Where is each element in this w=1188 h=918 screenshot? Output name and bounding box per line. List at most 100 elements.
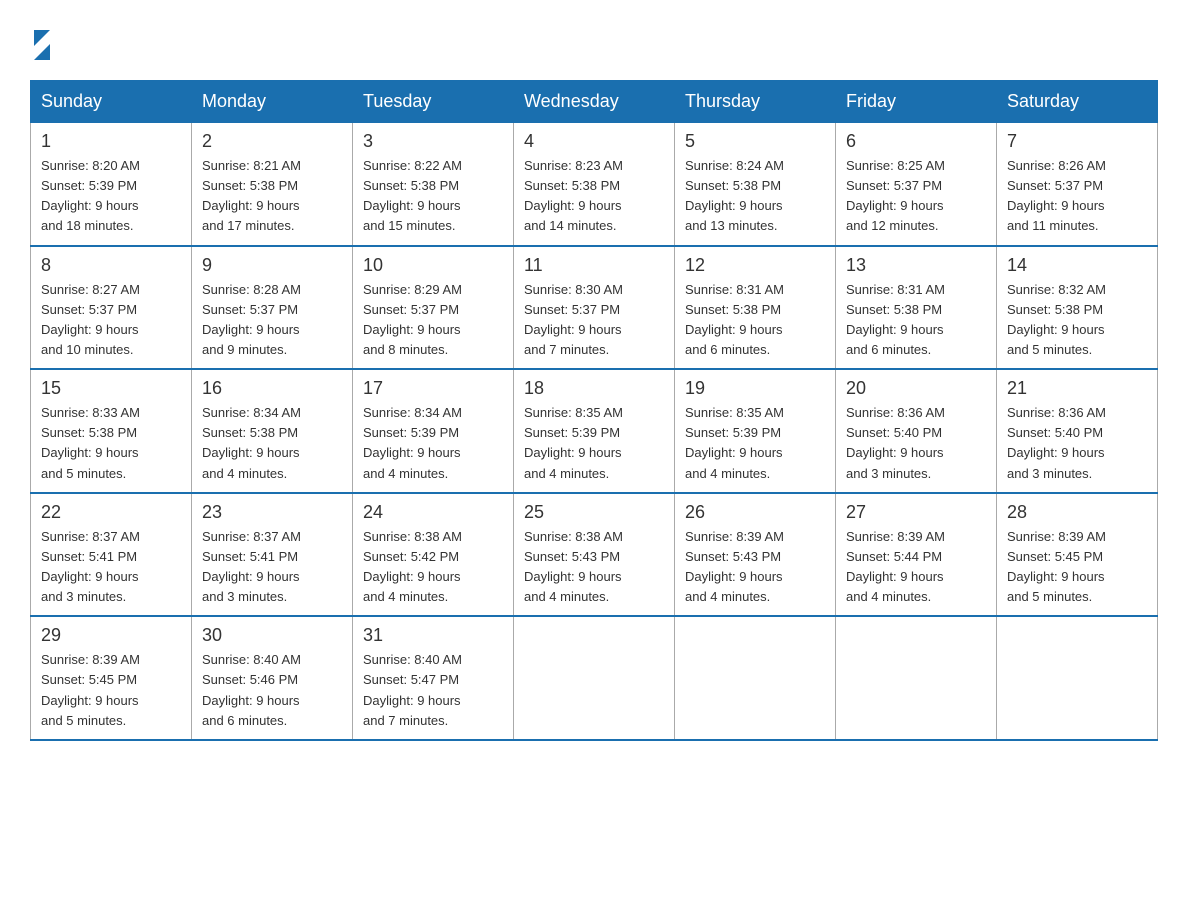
day-info: Sunrise: 8:35 AMSunset: 5:39 PMDaylight:… <box>685 405 784 480</box>
day-number: 16 <box>202 378 342 399</box>
calendar-week-row: 29 Sunrise: 8:39 AMSunset: 5:45 PMDaylig… <box>31 616 1158 740</box>
day-info: Sunrise: 8:36 AMSunset: 5:40 PMDaylight:… <box>1007 405 1106 480</box>
day-number: 12 <box>685 255 825 276</box>
day-info: Sunrise: 8:21 AMSunset: 5:38 PMDaylight:… <box>202 158 301 233</box>
day-number: 15 <box>41 378 181 399</box>
weekday-header-friday: Friday <box>836 81 997 123</box>
calendar-cell <box>675 616 836 740</box>
calendar-cell: 27 Sunrise: 8:39 AMSunset: 5:44 PMDaylig… <box>836 493 997 617</box>
calendar-cell: 15 Sunrise: 8:33 AMSunset: 5:38 PMDaylig… <box>31 369 192 493</box>
day-info: Sunrise: 8:23 AMSunset: 5:38 PMDaylight:… <box>524 158 623 233</box>
day-info: Sunrise: 8:29 AMSunset: 5:37 PMDaylight:… <box>363 282 462 357</box>
calendar-cell: 11 Sunrise: 8:30 AMSunset: 5:37 PMDaylig… <box>514 246 675 370</box>
calendar-week-row: 15 Sunrise: 8:33 AMSunset: 5:38 PMDaylig… <box>31 369 1158 493</box>
calendar-cell: 2 Sunrise: 8:21 AMSunset: 5:38 PMDayligh… <box>192 123 353 246</box>
day-number: 20 <box>846 378 986 399</box>
day-number: 2 <box>202 131 342 152</box>
day-number: 31 <box>363 625 503 646</box>
day-info: Sunrise: 8:28 AMSunset: 5:37 PMDaylight:… <box>202 282 301 357</box>
weekday-header-thursday: Thursday <box>675 81 836 123</box>
calendar-cell: 20 Sunrise: 8:36 AMSunset: 5:40 PMDaylig… <box>836 369 997 493</box>
calendar-cell: 14 Sunrise: 8:32 AMSunset: 5:38 PMDaylig… <box>997 246 1158 370</box>
calendar-table: SundayMondayTuesdayWednesdayThursdayFrid… <box>30 80 1158 741</box>
day-number: 19 <box>685 378 825 399</box>
calendar-cell: 19 Sunrise: 8:35 AMSunset: 5:39 PMDaylig… <box>675 369 836 493</box>
day-number: 5 <box>685 131 825 152</box>
day-number: 24 <box>363 502 503 523</box>
day-number: 22 <box>41 502 181 523</box>
day-info: Sunrise: 8:30 AMSunset: 5:37 PMDaylight:… <box>524 282 623 357</box>
day-info: Sunrise: 8:39 AMSunset: 5:45 PMDaylight:… <box>1007 529 1106 604</box>
day-info: Sunrise: 8:22 AMSunset: 5:38 PMDaylight:… <box>363 158 462 233</box>
day-info: Sunrise: 8:37 AMSunset: 5:41 PMDaylight:… <box>41 529 140 604</box>
calendar-cell <box>997 616 1158 740</box>
calendar-cell: 18 Sunrise: 8:35 AMSunset: 5:39 PMDaylig… <box>514 369 675 493</box>
weekday-header-sunday: Sunday <box>31 81 192 123</box>
logo-icon <box>30 30 50 60</box>
day-number: 10 <box>363 255 503 276</box>
day-number: 9 <box>202 255 342 276</box>
day-number: 3 <box>363 131 503 152</box>
calendar-cell: 22 Sunrise: 8:37 AMSunset: 5:41 PMDaylig… <box>31 493 192 617</box>
day-number: 4 <box>524 131 664 152</box>
calendar-cell: 29 Sunrise: 8:39 AMSunset: 5:45 PMDaylig… <box>31 616 192 740</box>
calendar-cell <box>836 616 997 740</box>
weekday-header-row: SundayMondayTuesdayWednesdayThursdayFrid… <box>31 81 1158 123</box>
day-info: Sunrise: 8:39 AMSunset: 5:45 PMDaylight:… <box>41 652 140 727</box>
calendar-week-row: 1 Sunrise: 8:20 AMSunset: 5:39 PMDayligh… <box>31 123 1158 246</box>
day-info: Sunrise: 8:35 AMSunset: 5:39 PMDaylight:… <box>524 405 623 480</box>
day-number: 29 <box>41 625 181 646</box>
day-number: 25 <box>524 502 664 523</box>
calendar-cell: 31 Sunrise: 8:40 AMSunset: 5:47 PMDaylig… <box>353 616 514 740</box>
weekday-header-monday: Monday <box>192 81 353 123</box>
day-number: 21 <box>1007 378 1147 399</box>
day-number: 27 <box>846 502 986 523</box>
day-number: 28 <box>1007 502 1147 523</box>
day-number: 26 <box>685 502 825 523</box>
calendar-cell: 26 Sunrise: 8:39 AMSunset: 5:43 PMDaylig… <box>675 493 836 617</box>
day-info: Sunrise: 8:32 AMSunset: 5:38 PMDaylight:… <box>1007 282 1106 357</box>
day-number: 1 <box>41 131 181 152</box>
day-number: 11 <box>524 255 664 276</box>
day-number: 14 <box>1007 255 1147 276</box>
calendar-cell: 7 Sunrise: 8:26 AMSunset: 5:37 PMDayligh… <box>997 123 1158 246</box>
day-info: Sunrise: 8:33 AMSunset: 5:38 PMDaylight:… <box>41 405 140 480</box>
day-info: Sunrise: 8:34 AMSunset: 5:38 PMDaylight:… <box>202 405 301 480</box>
day-info: Sunrise: 8:34 AMSunset: 5:39 PMDaylight:… <box>363 405 462 480</box>
calendar-cell: 21 Sunrise: 8:36 AMSunset: 5:40 PMDaylig… <box>997 369 1158 493</box>
calendar-cell: 28 Sunrise: 8:39 AMSunset: 5:45 PMDaylig… <box>997 493 1158 617</box>
calendar-week-row: 22 Sunrise: 8:37 AMSunset: 5:41 PMDaylig… <box>31 493 1158 617</box>
day-number: 30 <box>202 625 342 646</box>
calendar-cell: 25 Sunrise: 8:38 AMSunset: 5:43 PMDaylig… <box>514 493 675 617</box>
calendar-cell: 16 Sunrise: 8:34 AMSunset: 5:38 PMDaylig… <box>192 369 353 493</box>
calendar-cell: 30 Sunrise: 8:40 AMSunset: 5:46 PMDaylig… <box>192 616 353 740</box>
day-number: 7 <box>1007 131 1147 152</box>
calendar-cell: 6 Sunrise: 8:25 AMSunset: 5:37 PMDayligh… <box>836 123 997 246</box>
calendar-cell: 13 Sunrise: 8:31 AMSunset: 5:38 PMDaylig… <box>836 246 997 370</box>
calendar-cell: 3 Sunrise: 8:22 AMSunset: 5:38 PMDayligh… <box>353 123 514 246</box>
day-info: Sunrise: 8:31 AMSunset: 5:38 PMDaylight:… <box>846 282 945 357</box>
calendar-cell: 9 Sunrise: 8:28 AMSunset: 5:37 PMDayligh… <box>192 246 353 370</box>
calendar-cell: 5 Sunrise: 8:24 AMSunset: 5:38 PMDayligh… <box>675 123 836 246</box>
calendar-cell: 23 Sunrise: 8:37 AMSunset: 5:41 PMDaylig… <box>192 493 353 617</box>
calendar-cell: 4 Sunrise: 8:23 AMSunset: 5:38 PMDayligh… <box>514 123 675 246</box>
day-number: 8 <box>41 255 181 276</box>
calendar-cell: 10 Sunrise: 8:29 AMSunset: 5:37 PMDaylig… <box>353 246 514 370</box>
calendar-cell: 17 Sunrise: 8:34 AMSunset: 5:39 PMDaylig… <box>353 369 514 493</box>
day-number: 18 <box>524 378 664 399</box>
header <box>30 20 1158 60</box>
calendar-cell: 1 Sunrise: 8:20 AMSunset: 5:39 PMDayligh… <box>31 123 192 246</box>
calendar-cell <box>514 616 675 740</box>
weekday-header-tuesday: Tuesday <box>353 81 514 123</box>
day-info: Sunrise: 8:31 AMSunset: 5:38 PMDaylight:… <box>685 282 784 357</box>
calendar-week-row: 8 Sunrise: 8:27 AMSunset: 5:37 PMDayligh… <box>31 246 1158 370</box>
day-info: Sunrise: 8:36 AMSunset: 5:40 PMDaylight:… <box>846 405 945 480</box>
day-info: Sunrise: 8:20 AMSunset: 5:39 PMDaylight:… <box>41 158 140 233</box>
day-number: 17 <box>363 378 503 399</box>
day-info: Sunrise: 8:25 AMSunset: 5:37 PMDaylight:… <box>846 158 945 233</box>
day-info: Sunrise: 8:40 AMSunset: 5:46 PMDaylight:… <box>202 652 301 727</box>
day-info: Sunrise: 8:26 AMSunset: 5:37 PMDaylight:… <box>1007 158 1106 233</box>
day-info: Sunrise: 8:27 AMSunset: 5:37 PMDaylight:… <box>41 282 140 357</box>
day-info: Sunrise: 8:40 AMSunset: 5:47 PMDaylight:… <box>363 652 462 727</box>
day-info: Sunrise: 8:38 AMSunset: 5:42 PMDaylight:… <box>363 529 462 604</box>
